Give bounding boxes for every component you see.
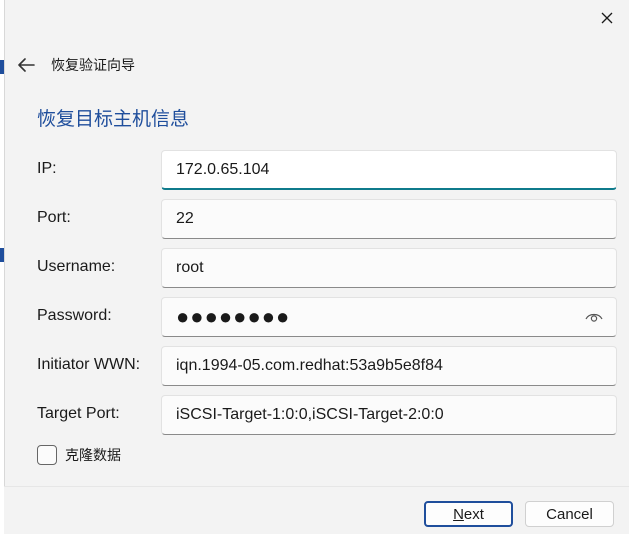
port-label: Port:: [37, 209, 71, 226]
next-label: ext: [463, 505, 484, 523]
username-label: Username:: [37, 258, 116, 275]
target-port-label: Target Port:: [37, 405, 120, 422]
section-title: 恢复目标主机信息: [37, 108, 190, 130]
dialog-footer: Next Cancel: [4, 486, 629, 534]
initiator-wwn-input[interactable]: iqn.1994-05.com.redhat:53a9b5e8f84: [161, 346, 617, 386]
clone-data-checkbox[interactable]: [37, 445, 57, 465]
target-port-row: Target Port: iSCSI-Target-1:0:0,iSCSI-Ta…: [37, 395, 617, 435]
initiator-wwn-label: Initiator WWN:: [37, 356, 141, 373]
password-label: Password:: [37, 307, 112, 324]
clone-data-option[interactable]: 克隆数据: [37, 444, 121, 466]
ip-label: IP:: [37, 160, 57, 177]
initiator-wwn-row: Initiator WWN: iqn.1994-05.com.redhat:53…: [37, 346, 617, 386]
password-input[interactable]: ●●●●●●●●: [161, 297, 617, 337]
username-row: Username: root: [37, 248, 617, 288]
clone-data-label: 克隆数据: [65, 448, 121, 464]
recovery-wizard-dialog: 恢复验证向导 恢复目标主机信息 IP: 172.0.65.104 Port: 2…: [4, 0, 629, 534]
reveal-password-button[interactable]: [583, 307, 605, 327]
next-button[interactable]: Next: [424, 501, 513, 527]
next-mnemonic: N: [453, 505, 464, 523]
port-input[interactable]: 22: [161, 199, 617, 239]
close-icon: [601, 12, 613, 24]
wizard-header: 恢复验证向导: [13, 50, 135, 80]
cancel-button[interactable]: Cancel: [525, 501, 614, 527]
target-port-input[interactable]: iSCSI-Target-1:0:0,iSCSI-Target-2:0:0: [161, 395, 617, 435]
back-button[interactable]: [13, 52, 39, 78]
username-input[interactable]: root: [161, 248, 617, 288]
back-arrow-icon: [18, 58, 35, 72]
wizard-title: 恢复验证向导: [51, 58, 135, 74]
eye-icon: [585, 313, 603, 322]
close-button[interactable]: [595, 6, 619, 30]
port-row: Port: 22: [37, 199, 617, 239]
ip-input[interactable]: 172.0.65.104: [161, 150, 617, 190]
password-row: Password: ●●●●●●●●: [37, 297, 617, 337]
ip-row: IP: 172.0.65.104: [37, 150, 617, 190]
